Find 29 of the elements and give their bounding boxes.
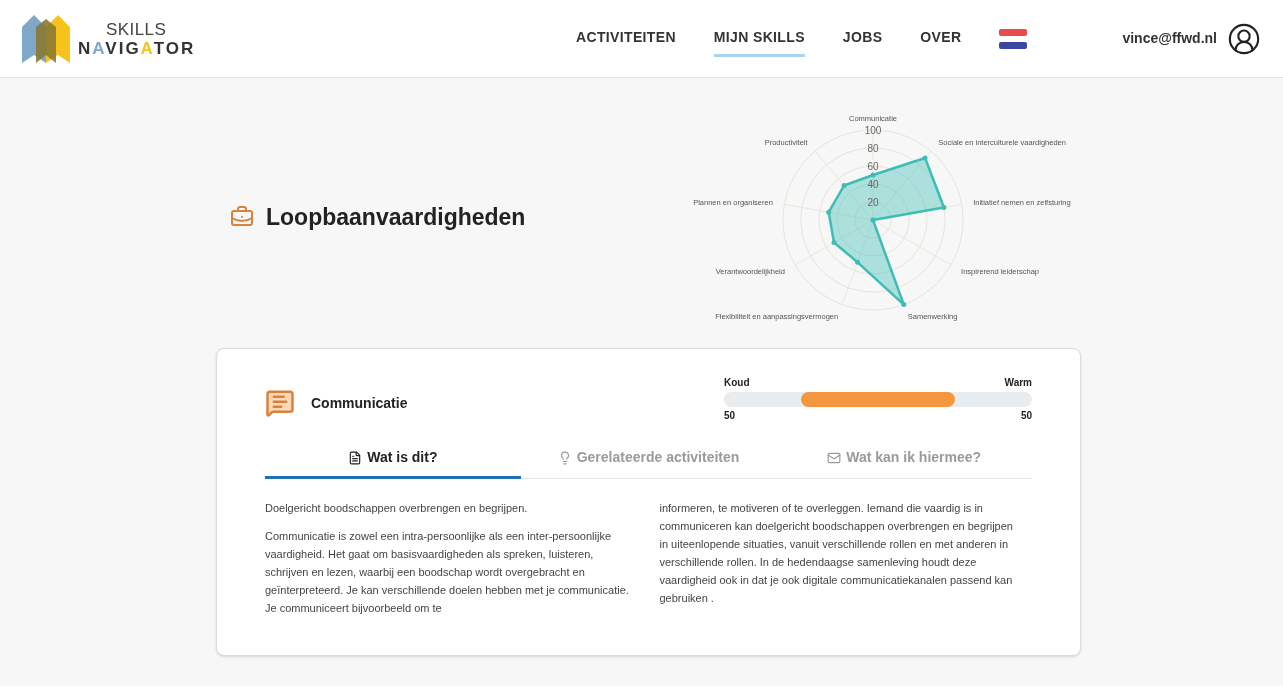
- nav-link[interactable]: MIJN SKILLS: [713, 20, 805, 57]
- tick-label: 40: [867, 178, 879, 190]
- logo-bottom-text: NAVIGATOR: [78, 39, 196, 57]
- page-title: Loopbaanvaardigheden: [266, 202, 526, 232]
- speech-bubble-icon: [265, 388, 295, 418]
- tick-label: 60: [867, 160, 879, 172]
- nav-link[interactable]: OVER: [920, 20, 962, 57]
- description-text: Communicatie is zowel een intra-persoonlijke als een inter-persoonlijke vaardigheid. Het gaat om basisvaardigheden als spreken, luisteren, schrijven en lezen, waarbij een boodschap wordt overgebracht en geïnterpreteerd. Je kan verschillende doelen hebben met je communicatie. Je communiceert bijvoorbeeld om te: [265, 529, 630, 616]
- user-email: vince@ffwd.nl: [1122, 29, 1217, 48]
- skill-name: Communicatie: [311, 393, 408, 413]
- user-icon[interactable]: [1227, 21, 1261, 56]
- logo-top-text: SKILLS: [105, 20, 168, 38]
- description-text: informeren, te motiveren of te overleggen. Iemand die vaardig is in communiceren kan doelgericht boodschappen overbrengen en begrijpen in uiteenlopende situaties, vanuit verschillende rollen en met anderen in verschillende rollen. In de hedendaagse samenleving houdt deze vaardigheid ook in dat je ook digitale communicatiekanalen passend kan gebruiken .: [659, 501, 1014, 606]
- description-text: Doelgericht boodschappen overbrengen en begrijpen.: [265, 501, 529, 516]
- tab[interactable]: Wat is dit?: [265, 447, 521, 479]
- briefcase-icon: [228, 205, 256, 229]
- envelope-icon: [827, 450, 842, 465]
- flag-icon[interactable]: [999, 28, 1028, 49]
- tick-label: 100: [864, 124, 882, 136]
- nav-link[interactable]: JOBS: [842, 20, 883, 57]
- scale-left-label: Koud: [724, 376, 750, 390]
- nav-link[interactable]: ACTIVITEITEN: [576, 20, 676, 57]
- logo-icon: [22, 14, 72, 63]
- scale-right-value: 50: [1020, 409, 1032, 423]
- tick-label: 80: [867, 142, 879, 154]
- scale-right-label: Warm: [1004, 376, 1032, 390]
- scale-left-value: 50: [724, 409, 736, 423]
- tick-label: 20: [867, 196, 879, 208]
- document-icon: [348, 450, 363, 465]
